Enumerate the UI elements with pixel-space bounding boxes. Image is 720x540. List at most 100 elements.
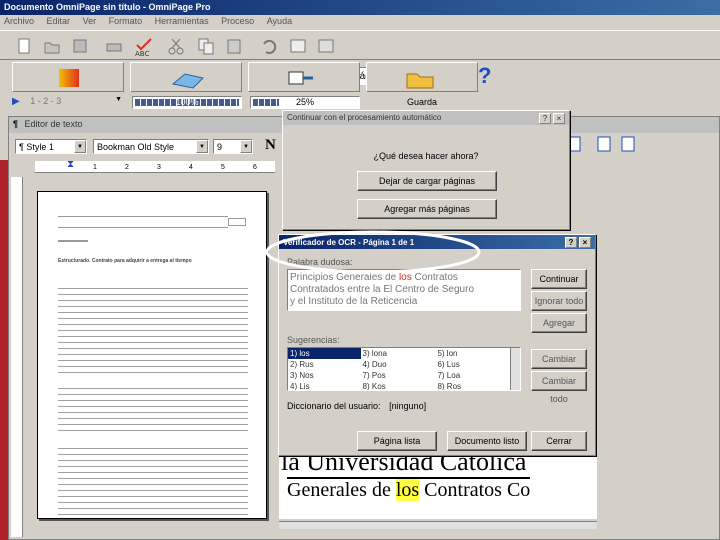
font-select[interactable]: Bookman Old Style ▼ bbox=[93, 139, 209, 154]
suggestion-item[interactable]: 1) los bbox=[288, 348, 361, 359]
save-label: Guarda bbox=[406, 97, 438, 107]
suggestion-item[interactable]: 4) Lis bbox=[288, 381, 361, 390]
suggestions-scrollbar[interactable] bbox=[510, 348, 520, 390]
ruler-tick-6: 6 bbox=[253, 164, 257, 171]
page-text-block-1 bbox=[58, 288, 248, 378]
zoom-scrollbar[interactable] bbox=[279, 521, 597, 529]
open-folder-icon[interactable] bbox=[42, 36, 62, 56]
save-folder-icon bbox=[406, 73, 434, 89]
menu-editar[interactable]: Editar bbox=[47, 16, 71, 26]
style-select-value: ¶ Style 1 bbox=[19, 142, 54, 152]
help-icon[interactable]: ? bbox=[478, 63, 491, 89]
menu-ver[interactable]: Ver bbox=[83, 16, 97, 26]
spellcheck-icon[interactable]: ABC bbox=[132, 34, 152, 58]
suggestion-item[interactable]: 5) lon bbox=[435, 348, 508, 359]
undo-icon[interactable] bbox=[258, 36, 278, 56]
menu-proceso[interactable]: Proceso bbox=[221, 16, 254, 26]
suggestion-item[interactable]: 6) Lus bbox=[435, 359, 508, 370]
stop-loading-button[interactable]: Dejar de cargar páginas bbox=[357, 171, 497, 191]
save-disk-icon[interactable] bbox=[70, 36, 90, 56]
suggestions-label: Sugerencias: bbox=[287, 335, 340, 345]
size-select-value: 9 bbox=[217, 142, 223, 152]
bold-button[interactable]: N bbox=[265, 137, 276, 154]
editor-title: Editor de texto bbox=[24, 119, 83, 129]
ocr-close-button[interactable]: × bbox=[579, 237, 591, 248]
new-document-icon[interactable] bbox=[14, 36, 34, 56]
suggestion-item[interactable]: 8) Kos bbox=[361, 381, 436, 390]
continue-help-button[interactable]: ? bbox=[539, 113, 551, 124]
size-select[interactable]: 9 ▼ bbox=[213, 139, 253, 154]
size-chevron-icon[interactable]: ▼ bbox=[240, 140, 252, 153]
font-select-value: Bookman Old Style bbox=[97, 142, 175, 152]
editor-icon: ¶ bbox=[13, 119, 19, 129]
page-heading-mark bbox=[58, 240, 88, 242]
suggestion-item[interactable]: 4) Duo bbox=[361, 359, 436, 370]
columns-icon[interactable] bbox=[597, 135, 611, 153]
font-chevron-icon[interactable]: ▼ bbox=[196, 140, 208, 153]
pages-label: 1 - 2 - 3 bbox=[30, 96, 62, 106]
dictionary-label: Diccionario del usuario: bbox=[287, 401, 381, 411]
highlight-ellipse bbox=[265, 230, 481, 274]
continue-dialog: Continuar con el procesamiento automátic… bbox=[282, 110, 570, 230]
indent-marker-icon[interactable]: ⧗ bbox=[67, 159, 74, 170]
export-progress-bar: 25% bbox=[250, 96, 360, 109]
menu-ayuda[interactable]: Ayuda bbox=[267, 16, 292, 26]
scan-icon bbox=[59, 69, 79, 87]
change-all-button[interactable]: Cambiar todo bbox=[531, 371, 587, 404]
menu-archivo[interactable]: Archivo bbox=[4, 16, 34, 26]
ocr-progress-bar: 100% bbox=[132, 96, 242, 109]
zoom-text-line-2: Generales de los Contratos Co bbox=[287, 477, 531, 502]
ruler-tick-5: 5 bbox=[221, 164, 225, 171]
cut-icon[interactable] bbox=[166, 36, 186, 56]
continue-dialog-title: Continuar con el procesamiento automátic… bbox=[287, 113, 442, 122]
suggestion-row: 1) los 3) lona 5) lon bbox=[288, 348, 508, 359]
zoom-text-post: Contratos Co bbox=[419, 479, 531, 501]
settings-image-icon[interactable] bbox=[316, 36, 336, 56]
style-chevron-icon[interactable]: ▼ bbox=[74, 140, 86, 153]
suggestions-list[interactable]: 1) los 3) lona 5) lon 2) Rus 4) Duo 6) L… bbox=[287, 347, 521, 391]
pages-selector[interactable]: ▶ 1 - 2 - 3 ▼ bbox=[12, 96, 124, 110]
suggestion-item[interactable]: 3) lona bbox=[361, 348, 436, 359]
close-button[interactable]: Cerrar bbox=[531, 431, 587, 451]
page-text-block-2 bbox=[58, 388, 248, 436]
check-image-icon[interactable] bbox=[288, 36, 308, 56]
add-pages-button[interactable]: Agregar más páginas bbox=[357, 199, 497, 219]
print-icon[interactable] bbox=[104, 36, 124, 56]
page-caption: Estructurado. Contrato para adquirir a e… bbox=[58, 258, 192, 264]
copy-icon[interactable] bbox=[196, 36, 216, 56]
suggestion-item[interactable]: 8) Ros bbox=[435, 381, 508, 390]
menu-herramientas[interactable]: Herramientas bbox=[155, 16, 209, 26]
vertical-ruler bbox=[11, 177, 23, 537]
ruler-tick-4: 4 bbox=[189, 164, 193, 171]
change-button[interactable]: Cambiar bbox=[531, 349, 587, 369]
suggestion-row: 2) Rus 4) Duo 6) Lus bbox=[288, 359, 508, 370]
suggestion-row: 3) Nos 7) Pos 7) Loa bbox=[288, 370, 508, 381]
app-title-bar: Documento OmniPage sin título - OmniPage… bbox=[0, 0, 720, 15]
suggestion-item[interactable]: 3) Nos bbox=[288, 370, 361, 381]
page-ready-button[interactable]: Página lista bbox=[357, 431, 437, 451]
main-toolbar: ABC Página entera ▼ ? bbox=[0, 30, 720, 88]
ignore-all-button[interactable]: Ignorar todo bbox=[531, 291, 587, 311]
paste-icon[interactable] bbox=[224, 36, 244, 56]
style-select[interactable]: ¶ Style 1 ▼ bbox=[15, 139, 87, 154]
play-icon[interactable]: ▶ bbox=[12, 96, 20, 107]
continue-button[interactable]: Continuar bbox=[531, 269, 587, 289]
save-step-button[interactable] bbox=[366, 62, 478, 92]
continue-close-button[interactable]: × bbox=[553, 113, 565, 124]
document-ready-button[interactable]: Documento listo bbox=[447, 431, 527, 451]
suggestion-item[interactable]: 7) Loa bbox=[435, 370, 508, 381]
pages-chevron-icon[interactable]: ▼ bbox=[115, 96, 122, 103]
suggestion-item[interactable]: 7) Pos bbox=[361, 370, 436, 381]
menu-formato[interactable]: Formato bbox=[109, 16, 143, 26]
ruler-tick-2: 2 bbox=[125, 164, 129, 171]
add-word-button[interactable]: Agregar bbox=[531, 313, 587, 333]
menu-bar: Archivo Editar Ver Formato Herramientas … bbox=[4, 16, 720, 30]
scan-step-button[interactable] bbox=[12, 62, 124, 92]
table-icon[interactable] bbox=[621, 135, 635, 153]
suggestion-item[interactable]: 2) Rus bbox=[288, 359, 361, 370]
ocr-help-button[interactable]: ? bbox=[565, 237, 577, 248]
ocr-progress-label: 100% bbox=[175, 97, 199, 107]
export-step-button[interactable] bbox=[248, 62, 360, 92]
ocr-step-button[interactable] bbox=[130, 62, 242, 92]
dictionary-value[interactable]: [ninguno] bbox=[389, 401, 426, 411]
